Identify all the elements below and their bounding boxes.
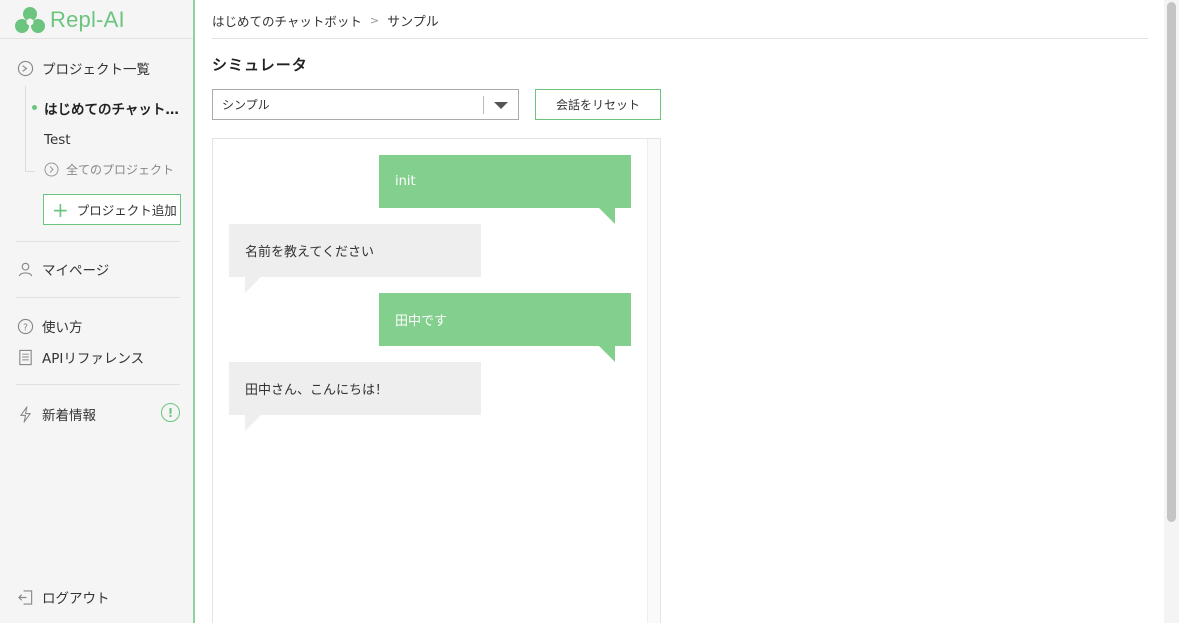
scenario-select[interactable]: シンプル [212,89,519,120]
project-item[interactable]: Test [44,132,71,148]
nav-logout[interactable]: ログアウト [16,587,110,607]
repl-ai-logo-icon [15,7,45,33]
alert-icon[interactable]: ! [161,403,180,422]
nav-mypage-label: マイページ [42,263,110,279]
scenario-select-value: シンプル [222,98,270,112]
project-item-label: Test [44,132,71,148]
lightning-icon [16,405,34,423]
sidebar: Repl-AI プロジェクト一覧 はじめてのチャット… Test 全てのプロジェ… [0,0,195,623]
select-divider [483,96,484,114]
add-project-button[interactable]: + プロジェクト追加 [43,194,181,225]
logo[interactable]: Repl-AI [14,6,125,34]
sidebar-divider [16,241,180,242]
project-list-icon [16,59,34,77]
nav-mypage[interactable]: マイページ [16,259,109,279]
add-project-label: プロジェクト追加 [76,203,177,218]
nav-news[interactable]: 新着情報 [16,404,96,424]
nav-howto[interactable]: ? 使い方 [16,316,83,336]
plus-icon: + [52,197,69,222]
all-projects-label: 全てのプロジェクト [66,163,175,177]
nav-project-list-label: プロジェクト一覧 [42,62,150,78]
logout-icon [16,588,34,606]
nav-news-label: 新着情報 [42,408,96,424]
chevron-down-icon [494,102,508,109]
user-icon [16,260,34,278]
header-divider [212,38,1148,39]
chat-message-text: 名前を教えてください [245,245,374,260]
chat-message-bot: 田中さん、こんにちは！ [229,362,481,431]
chat-scrollbar[interactable] [647,139,660,623]
all-projects-link[interactable]: 全てのプロジェクト [44,161,174,178]
page-title: シミュレータ [212,56,308,74]
breadcrumb-current: サンプル [387,15,439,30]
breadcrumb: はじめてのチャットボット > サンプル [212,11,439,30]
chat-message-text: init [395,174,416,189]
breadcrumb-separator: > [369,14,380,27]
window-scrollbar-thumb[interactable] [1167,2,1176,522]
chevron-right-circle-icon [44,162,59,177]
window-scrollbar[interactable] [1164,0,1179,623]
chat-message-user: init [379,155,631,224]
project-item-active[interactable]: はじめてのチャット… [32,98,179,118]
reset-conversation-button[interactable]: 会話をリセット [535,89,661,120]
svg-text:?: ? [22,322,27,333]
logo-divider [0,38,193,39]
nav-project-list[interactable]: プロジェクト一覧 [16,58,150,78]
sidebar-divider [16,384,180,385]
project-tree-line [25,86,26,172]
sidebar-divider [16,297,180,298]
document-icon [16,348,34,366]
project-tree-foot [25,171,35,172]
logo-text: Repl-AI [50,7,125,32]
nav-logout-label: ログアウト [42,591,110,607]
chat-panel: init 名前を教えてください 田中です 田中さん、こんにちは！ [212,138,661,623]
chat-message-user: 田中です [379,293,631,362]
nav-api-reference-label: APIリファレンス [42,351,145,367]
nav-howto-label: 使い方 [42,320,83,336]
nav-api-reference[interactable]: APIリファレンス [16,347,144,367]
breadcrumb-parent[interactable]: はじめてのチャットボット [212,11,362,30]
project-item-label: はじめてのチャット… [44,102,179,118]
chat-message-text: 田中さん、こんにちは！ [245,383,389,398]
help-icon: ? [16,317,34,335]
chat-message-text: 田中です [395,314,448,329]
chat-message-bot: 名前を教えてください [229,224,481,293]
reset-conversation-label: 会話をリセット [555,98,640,112]
